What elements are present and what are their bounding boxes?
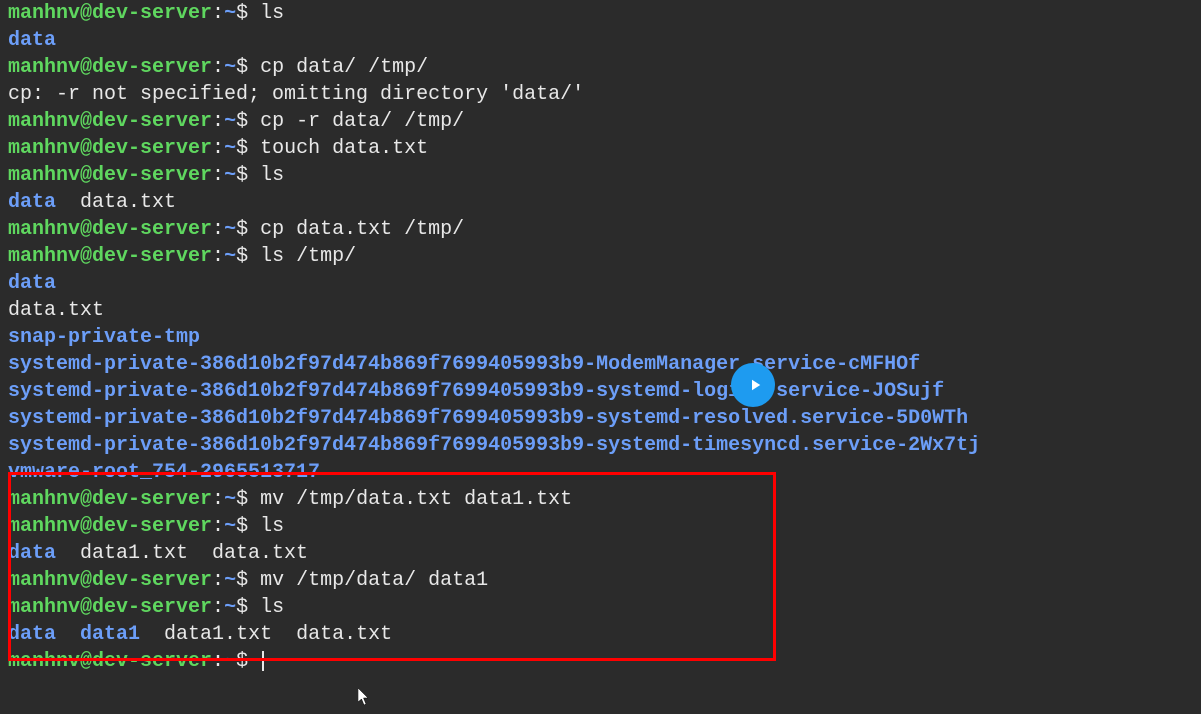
terminal-line: data: [8, 27, 1193, 54]
command-text: touch data.txt: [260, 137, 428, 160]
terminal-line: cp: -r not specified; omitting directory…: [8, 81, 1193, 108]
command-text: ls: [260, 2, 284, 25]
terminal-line: manhnv@dev-server:~$ ls: [8, 162, 1193, 189]
error-text: cp: -r not specified; omitting directory…: [8, 83, 584, 106]
file-name: data1.txt data.txt: [140, 623, 392, 646]
directory-name: data: [8, 191, 56, 214]
file-name: [56, 623, 80, 646]
directory-name: systemd-private-386d10b2f97d474b869f7699…: [8, 380, 944, 403]
terminal-line: manhnv@dev-server:~$ touch data.txt: [8, 135, 1193, 162]
terminal-line: manhnv@dev-server:~$ ls: [8, 594, 1193, 621]
directory-name: data1: [80, 623, 140, 646]
terminal-line: systemd-private-386d10b2f97d474b869f7699…: [8, 432, 1193, 459]
play-button[interactable]: [731, 363, 775, 407]
command-text: ls: [260, 164, 284, 187]
terminal-line: manhnv@dev-server:~$ cp -r data/ /tmp/: [8, 108, 1193, 135]
terminal-line: manhnv@dev-server:~$ mv /tmp/data.txt da…: [8, 486, 1193, 513]
directory-name: snap-private-tmp: [8, 326, 200, 349]
command-text: ls: [260, 515, 284, 538]
command-text: mv /tmp/data/ data1: [260, 569, 488, 592]
command-text: cp data/ /tmp/: [260, 56, 428, 79]
terminal-output[interactable]: manhnv@dev-server:~$ lsdatamanhnv@dev-se…: [8, 0, 1193, 675]
directory-name: systemd-private-386d10b2f97d474b869f7699…: [8, 407, 968, 430]
terminal-line: manhnv@dev-server:~$ ls: [8, 0, 1193, 27]
command-text: mv /tmp/data.txt data1.txt: [260, 488, 572, 511]
terminal-line: vmware-root_754-2965513717: [8, 459, 1193, 486]
terminal-line: manhnv@dev-server:~$: [8, 648, 1193, 675]
terminal-line: systemd-private-386d10b2f97d474b869f7699…: [8, 378, 1193, 405]
terminal-line: manhnv@dev-server:~$ ls: [8, 513, 1193, 540]
mouse-cursor-icon: [358, 688, 372, 714]
terminal-line: data data1.txt data.txt: [8, 540, 1193, 567]
file-name: data.txt: [8, 299, 104, 322]
terminal-line: manhnv@dev-server:~$ ls /tmp/: [8, 243, 1193, 270]
command-text: cp data.txt /tmp/: [260, 218, 464, 241]
file-name: data1.txt data.txt: [56, 542, 308, 565]
command-text: ls: [260, 596, 284, 619]
text-cursor: [262, 651, 264, 671]
directory-name: data: [8, 29, 56, 52]
terminal-line: data.txt: [8, 297, 1193, 324]
terminal-line: systemd-private-386d10b2f97d474b869f7699…: [8, 351, 1193, 378]
directory-name: data: [8, 542, 56, 565]
directory-name: systemd-private-386d10b2f97d474b869f7699…: [8, 353, 920, 376]
terminal-line: data data1 data1.txt data.txt: [8, 621, 1193, 648]
directory-name: systemd-private-386d10b2f97d474b869f7699…: [8, 434, 980, 457]
file-name: data.txt: [56, 191, 176, 214]
play-icon: [746, 376, 764, 394]
terminal-line: manhnv@dev-server:~$ mv /tmp/data/ data1: [8, 567, 1193, 594]
terminal-line: snap-private-tmp: [8, 324, 1193, 351]
terminal-line: data: [8, 270, 1193, 297]
command-text: cp -r data/ /tmp/: [260, 110, 464, 133]
directory-name: data: [8, 272, 56, 295]
terminal-line: systemd-private-386d10b2f97d474b869f7699…: [8, 405, 1193, 432]
command-text: ls /tmp/: [260, 245, 356, 268]
terminal-line: manhnv@dev-server:~$ cp data/ /tmp/: [8, 54, 1193, 81]
directory-name: data: [8, 623, 56, 646]
terminal-line: manhnv@dev-server:~$ cp data.txt /tmp/: [8, 216, 1193, 243]
directory-name: vmware-root_754-2965513717: [8, 461, 320, 484]
terminal-line: data data.txt: [8, 189, 1193, 216]
